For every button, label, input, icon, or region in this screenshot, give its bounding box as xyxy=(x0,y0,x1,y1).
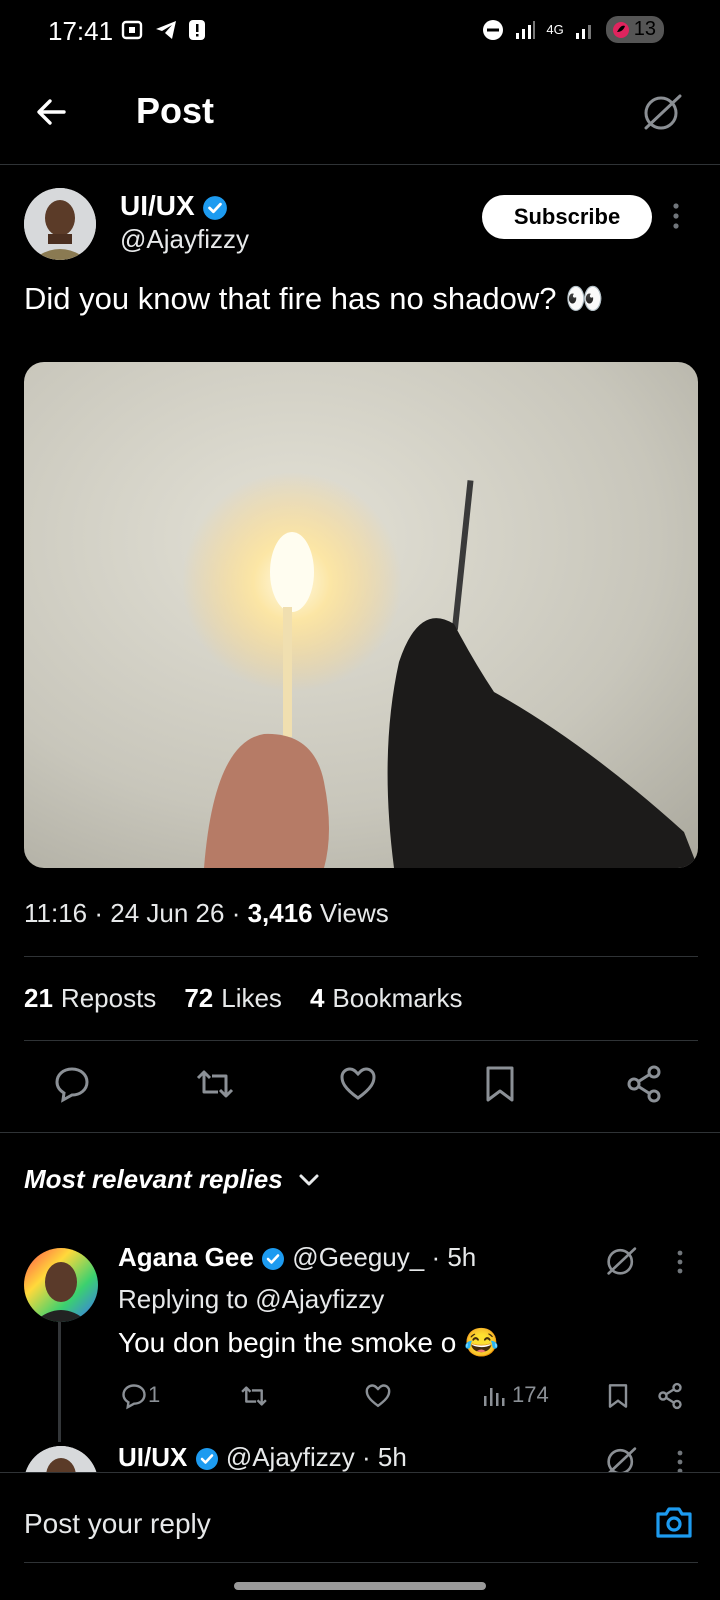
screenshot-icon xyxy=(121,20,143,40)
repost-icon[interactable] xyxy=(194,1064,236,1104)
alert-icon xyxy=(189,20,205,40)
grok-icon[interactable] xyxy=(640,90,684,134)
views-count: 3,416 xyxy=(247,898,313,928)
chevron-down-icon xyxy=(299,1174,319,1186)
status-notification-icons xyxy=(120,18,206,42)
signal-icon xyxy=(516,20,536,39)
reply-author-name[interactable]: Agana Gee xyxy=(118,1242,254,1272)
more-options-icon[interactable] xyxy=(676,1250,684,1274)
telegram-icon xyxy=(156,21,176,39)
dnd-icon xyxy=(483,19,504,40)
battery-saver-icon xyxy=(612,21,629,38)
divider xyxy=(24,956,698,957)
reply-time: 5h xyxy=(447,1242,477,1272)
reply-avatar[interactable] xyxy=(24,1248,98,1322)
like-icon[interactable] xyxy=(364,1382,392,1410)
views-count: 174 xyxy=(512,1382,549,1407)
share-icon[interactable] xyxy=(656,1382,684,1410)
author-name[interactable]: UI/UX xyxy=(120,190,228,222)
likes-stat[interactable]: 72 Likes xyxy=(184,983,282,1014)
author-avatar[interactable] xyxy=(24,188,96,260)
repost-icon[interactable] xyxy=(238,1382,270,1410)
reply-count: 1 xyxy=(148,1382,161,1407)
more-options-icon[interactable] xyxy=(672,202,680,230)
status-system-icons: 4G 13 xyxy=(482,16,664,43)
reply-author-name[interactable]: UI/UX xyxy=(118,1442,187,1472)
reply-header: Agana Gee @Geeguy_ · 5h xyxy=(118,1242,477,1272)
post-meta: 11:16 · 24 Jun 26 · 3,416 Views xyxy=(24,898,389,928)
replies-sort-dropdown[interactable]: Most relevant replies xyxy=(24,1164,320,1195)
post-stats: 21 Reposts 72 Likes 4 Bookmarks xyxy=(24,983,462,1014)
author-handle[interactable]: @Ajayfizzy xyxy=(120,224,249,255)
post-time: 11:16 xyxy=(24,898,88,928)
like-icon[interactable] xyxy=(338,1064,378,1104)
divider xyxy=(0,1132,720,1133)
reply-author-handle[interactable]: @Ajayfizzy xyxy=(226,1442,355,1472)
replying-to[interactable]: Replying to @Ajayfizzy xyxy=(118,1284,384,1315)
bookmarks-stat[interactable]: 4 Bookmarks xyxy=(310,983,463,1014)
post-image[interactable] xyxy=(24,362,698,868)
views-label: Views xyxy=(319,898,389,928)
bookmark-icon[interactable] xyxy=(482,1064,518,1104)
reply-text: You don begin the smoke o 😂 xyxy=(118,1327,499,1358)
top-bar xyxy=(0,80,720,165)
post-text: Did you know that fire has no shadow? 👀 xyxy=(24,281,604,316)
verified-icon xyxy=(195,1448,218,1471)
reply-input[interactable]: Post your reply xyxy=(24,1508,211,1540)
battery-indicator: 13 xyxy=(605,16,664,43)
back-arrow-icon[interactable] xyxy=(34,94,70,130)
divider xyxy=(24,1040,698,1041)
subscribe-button[interactable]: Subscribe xyxy=(482,195,652,239)
bookmark-icon[interactable] xyxy=(606,1382,630,1410)
battery-level: 13 xyxy=(633,18,656,40)
signal-icon xyxy=(575,24,591,39)
post-action-bar xyxy=(0,1060,720,1110)
page-title: Post xyxy=(136,90,215,131)
verified-icon xyxy=(203,195,228,220)
post-date: 24 Jun 26 xyxy=(110,898,225,928)
reply-icon[interactable] xyxy=(120,1382,148,1410)
status-bar: 17:41 4G 13 xyxy=(0,0,720,64)
verified-icon xyxy=(262,1248,285,1271)
reply-icon[interactable] xyxy=(52,1064,92,1104)
reposts-stat[interactable]: 21 Reposts xyxy=(24,983,156,1014)
divider xyxy=(24,1562,698,1563)
reply-header: UI/UX @Ajayfizzy · 5h xyxy=(118,1442,407,1472)
thread-line xyxy=(58,1322,61,1442)
network-type: 4G xyxy=(546,22,564,37)
views-icon[interactable] xyxy=(482,1384,506,1408)
more-options-icon[interactable] xyxy=(676,1450,684,1474)
reply-author-handle[interactable]: @Geeguy_ xyxy=(292,1242,424,1272)
reply-time: 5h xyxy=(377,1442,407,1472)
home-indicator[interactable] xyxy=(234,1582,486,1590)
share-icon[interactable] xyxy=(624,1064,664,1104)
status-time: 17:41 xyxy=(48,16,114,46)
grok-icon[interactable] xyxy=(604,1244,638,1278)
camera-icon[interactable] xyxy=(654,1504,694,1540)
